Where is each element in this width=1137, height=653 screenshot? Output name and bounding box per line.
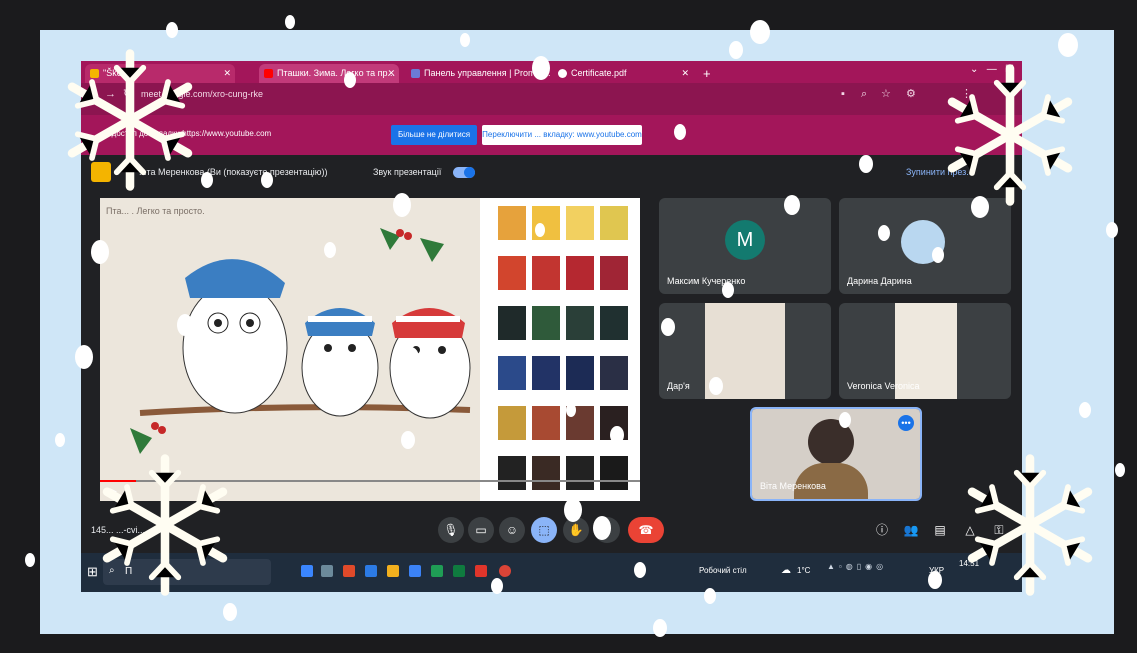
app-icon[interactable] xyxy=(431,565,443,577)
reload-icon[interactable]: ↻ xyxy=(123,87,132,101)
address-bar: ← → ↻ meet.google.com/xro-cung-rke ▪ ⌕ ☆… xyxy=(81,83,1022,105)
emoji-button[interactable]: ☺ xyxy=(499,517,525,543)
more-options-icon[interactable]: ••• xyxy=(898,415,914,431)
task-view-icon[interactable] xyxy=(301,565,313,577)
tab-label: Панель управлення | Prometh... xyxy=(424,68,551,78)
system-tray-icons[interactable]: ▲▫◍▯◉◎ xyxy=(827,562,887,571)
weather-temp: 1°C xyxy=(797,566,811,575)
app-icon[interactable] xyxy=(365,565,377,577)
file-explorer-icon[interactable] xyxy=(387,565,399,577)
info-icon[interactable]: ⓘ xyxy=(869,517,895,543)
close-icon[interactable]: ✕ xyxy=(681,64,689,83)
clock[interactable]: 14:51 xyxy=(959,559,979,568)
owl-right xyxy=(389,308,471,419)
prometheus-icon xyxy=(411,69,420,78)
weather-icon: ☁ xyxy=(781,565,791,576)
tab-bar: "Ško-... ✕ Пташки. Зима. Легко та пр... … xyxy=(81,61,1022,83)
pdf-icon xyxy=(558,69,567,78)
activities-icon[interactable]: △ xyxy=(957,517,983,543)
microphone-button[interactable]: 🎙 xyxy=(438,517,464,543)
participant-name: Veronica Veronica xyxy=(847,381,920,391)
participant-name: Віта Меренкова xyxy=(760,481,826,491)
window-controls-icon[interactable]: ⌄ — ☐ xyxy=(970,64,1014,75)
end-call-button[interactable]: ☎ xyxy=(628,517,664,543)
presenter-text: ...та Меренкова (Ви (показуєте презентац… xyxy=(139,167,328,177)
present-button[interactable]: ⬚ xyxy=(531,517,557,543)
owl-middle xyxy=(301,308,379,417)
back-icon[interactable]: ← xyxy=(89,87,100,101)
tab-youtube[interactable]: Пташки. Зима. Легко та пр... ✕ xyxy=(259,64,399,83)
extensions-icon[interactable]: ⚙ xyxy=(906,87,916,101)
search-icon: ⌕ xyxy=(109,565,115,576)
participant-name: Дар'я xyxy=(667,381,690,391)
chat-icon[interactable]: ▤ xyxy=(927,517,953,543)
zoom-icon[interactable]: ⌕ xyxy=(861,87,867,101)
participant-video xyxy=(705,303,785,399)
stop-presenting-button[interactable]: Зупинити през... xyxy=(906,167,974,177)
close-icon[interactable]: ✕ xyxy=(223,64,231,83)
more-options-button[interactable]: ⋮ xyxy=(594,517,620,543)
new-tab-button[interactable]: + xyxy=(697,64,717,83)
app-icon[interactable] xyxy=(409,565,421,577)
host-controls-icon[interactable]: ⚿ xyxy=(986,517,1012,543)
tab-label: Пташки. Зима. Легко та пр... xyxy=(277,68,395,78)
url-field[interactable]: meet.google.com/xro-cung-rke xyxy=(141,87,263,101)
share-notice: ...доступ до вкладки https://www.youtube… xyxy=(105,129,272,138)
taskbar-search[interactable]: ⌕ П xyxy=(103,559,271,585)
play-icon[interactable]: ▶ xyxy=(110,486,117,497)
call-controls: 145... ...-cvi... 🎙 ▭ ☺ ⬚ ✋ ⋮ ☎ ⓘ 👥 ▤ △ … xyxy=(81,511,1022,551)
self-view-tile[interactable]: Віта Меренкова ••• xyxy=(750,407,922,501)
bookmarks-bar xyxy=(81,105,1022,115)
language-indicator[interactable]: УКР xyxy=(929,566,944,575)
windows-start-icon[interactable]: ⊞ xyxy=(87,564,98,580)
avatar xyxy=(901,220,945,264)
presenter-bar: ...та Меренкова (Ви (показуєте презентац… xyxy=(81,155,1022,190)
new-tab-label: + xyxy=(703,66,711,81)
tab-share-bar: ...доступ до вкладки https://www.youtube… xyxy=(81,115,1022,155)
search-label: П xyxy=(125,566,133,577)
desktop-label: Робочий стіл xyxy=(699,566,747,575)
tab-label: Certificate.pdf xyxy=(571,68,627,78)
forward-icon[interactable]: → xyxy=(105,87,116,101)
participant-tile[interactable]: Дар'я xyxy=(659,303,831,399)
meet-icon xyxy=(90,69,99,78)
app-icon[interactable] xyxy=(321,565,333,577)
tab-meet[interactable]: "Ško-... ✕ xyxy=(85,64,235,83)
app-icon[interactable] xyxy=(453,565,465,577)
camera-icon[interactable]: ▪ xyxy=(841,87,845,101)
youtube-icon xyxy=(264,69,273,78)
camera-button[interactable]: ▭ xyxy=(468,517,494,543)
screen: "Ško-... ✕ Пташки. Зима. Легко та пр... … xyxy=(81,61,1022,592)
meeting-code: 145... ...-cvi... xyxy=(91,525,146,535)
windows-taskbar: ⊞ ⌕ П Робочий стіл ☁ 1°C ▲▫◍▯◉◎ УКР 14:5… xyxy=(81,553,1022,592)
tab-label: "Ško-... xyxy=(103,68,133,78)
menu-icon[interactable]: ⋮ xyxy=(961,87,972,101)
opera-icon[interactable] xyxy=(475,565,487,577)
video-frame xyxy=(100,198,640,501)
presentation-video: Пта... . Легко та просто. ▶ xyxy=(100,198,640,501)
sound-toggle[interactable] xyxy=(453,167,475,178)
stop-sharing-button[interactable]: Більше не ділитися xyxy=(391,125,477,145)
raise-hand-button[interactable]: ✋ xyxy=(563,517,589,543)
tab-certificate[interactable]: Certificate.pdf ✕ xyxy=(553,64,693,83)
close-icon[interactable]: ✕ xyxy=(387,64,395,83)
avatar: M xyxy=(725,220,765,260)
bookmark-star-icon[interactable]: ☆ xyxy=(881,87,891,101)
participant-tile[interactable]: M Максим Кучеренко xyxy=(659,198,831,294)
tab-prometheus[interactable]: Панель управлення | Prometh... xyxy=(406,64,551,83)
owl-left xyxy=(182,259,288,414)
participant-name: Дарина Дарина xyxy=(847,276,912,286)
switch-tab-button[interactable]: Переключити ... вкладку: www.youtube.com xyxy=(482,125,642,145)
meet-logo-icon xyxy=(91,162,111,182)
participant-name: Максим Кучеренко xyxy=(667,276,746,286)
chrome-icon[interactable] xyxy=(499,565,511,577)
app-icon[interactable] xyxy=(343,565,355,577)
participant-tile[interactable]: Дарина Дарина xyxy=(839,198,1011,294)
presentation-sound-label: Звук презентації xyxy=(373,167,442,177)
participant-tile[interactable]: Veronica Veronica xyxy=(839,303,1011,399)
people-icon[interactable]: 👥 xyxy=(898,517,924,543)
